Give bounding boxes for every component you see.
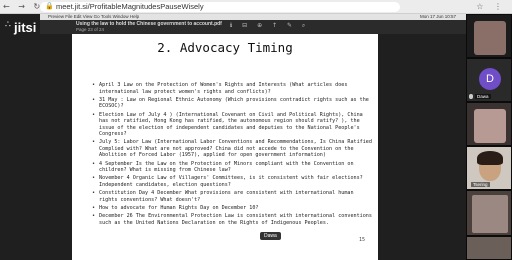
browser-nav-icons[interactable]: ← → ↻	[3, 2, 43, 11]
pdf-page: 2. Advocacy Timing April 3 Law on the Pr…	[72, 34, 378, 260]
list-item: November 4 Organic Law of Villagers' Com…	[92, 175, 372, 188]
avatar: D	[479, 68, 501, 90]
list-item: Election Law of July 4 ) (International …	[92, 112, 372, 138]
participant-video-hair	[477, 151, 503, 165]
list-item: April 3 Law on the Protection of Women's…	[92, 82, 372, 95]
lock-icon: 🔒	[45, 2, 54, 10]
blurred-video	[474, 21, 506, 55]
speaker-tooltip: Dawa	[260, 232, 281, 240]
advocacy-list: April 3 Law on the Protection of Women's…	[92, 82, 372, 228]
participant-tile-dawa[interactable]: D Dawa	[466, 58, 512, 102]
pdf-page-info: Page 23 of 24	[76, 27, 105, 32]
participant-tile[interactable]	[466, 190, 512, 236]
jitsi-logo: jitsi	[14, 20, 37, 35]
page-number: 15	[359, 237, 366, 243]
list-item: December 26 The Environmental Protection…	[92, 213, 372, 226]
jitsi-logo-icon: ∴	[5, 20, 11, 30]
mic-muted-icon	[469, 94, 473, 99]
list-item: 31 May : Law on Regional Ethnic Autonomy…	[92, 97, 372, 110]
page-title: 2. Advocacy Timing	[157, 40, 293, 55]
extension-icons[interactable]: ☆ ⋮	[476, 2, 506, 11]
list-item: July 5: Labor Law (International Labor C…	[92, 139, 372, 159]
list-item: How to advocate for Human Rights Day on …	[92, 205, 372, 212]
url-text[interactable]: meet.jit.si/ProfitableMagnitudesPauseWis…	[56, 2, 204, 12]
participant-tile[interactable]	[466, 236, 512, 260]
participant-tile[interactable]	[466, 14, 512, 58]
list-item: Constitution Day 4 December What provisi…	[92, 190, 372, 203]
participant-tile-tsering[interactable]: Tsering	[466, 146, 512, 190]
blurred-video	[474, 109, 506, 143]
pdf-viewer-tool-icons: ℹ ⊟ ⊕ ↑ ✎ ⌕	[230, 22, 310, 29]
participant-name: Tsering	[471, 182, 490, 187]
participant-name: Dawa	[475, 94, 491, 99]
list-item: 4 September Is the Law on the Protection…	[92, 161, 372, 174]
blurred-video	[472, 195, 508, 233]
participant-tile[interactable]	[466, 102, 512, 146]
